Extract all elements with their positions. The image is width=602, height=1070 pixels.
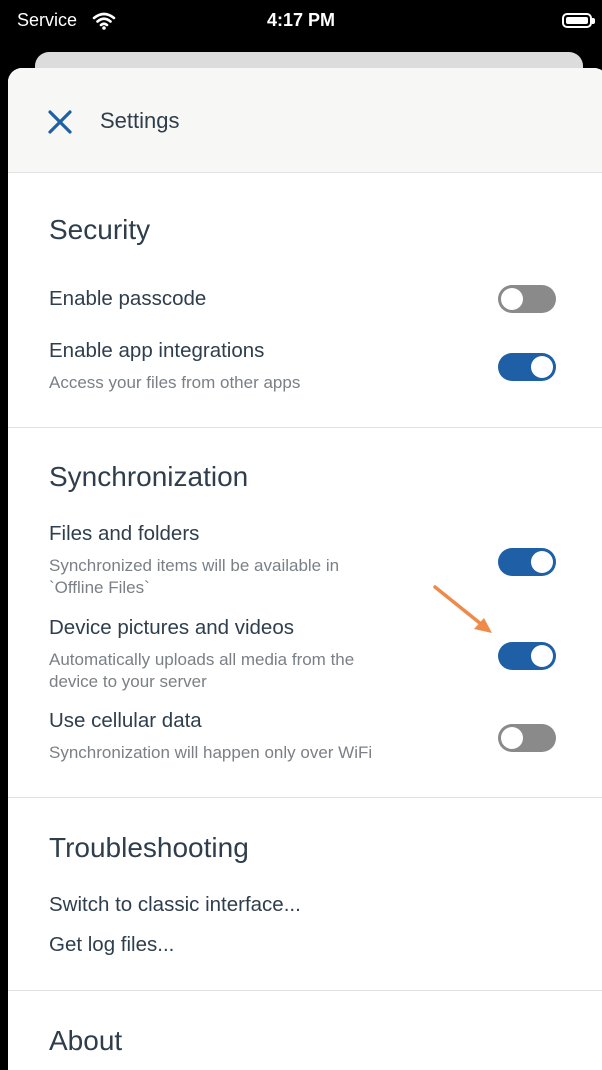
enable-passcode-toggle[interactable] [498, 285, 556, 313]
close-button[interactable] [44, 106, 76, 138]
device-media-toggle[interactable] [498, 642, 556, 670]
enable-passcode-label: Enable passcode [49, 287, 207, 310]
device-media-subtitle: Automatically uploads all media from the… [49, 650, 355, 691]
battery-icon [562, 13, 595, 28]
section-title-troubleshooting: Troubleshooting [49, 832, 249, 863]
page-title: Settings [100, 108, 180, 133]
toggle-knob [531, 356, 553, 378]
files-folders-toggle[interactable] [498, 548, 556, 576]
app-integrations-label: Enable app integrations [49, 339, 265, 362]
section-title-security: Security [49, 214, 151, 245]
divider [8, 427, 602, 428]
section-title-about: About [49, 1025, 123, 1056]
cellular-data-label: Use cellular data [49, 709, 202, 732]
toggle-knob [501, 727, 523, 749]
toggle-knob [501, 288, 523, 310]
device-media-label: Device pictures and videos [49, 616, 294, 639]
divider [8, 797, 602, 798]
close-icon [48, 110, 72, 134]
settings-sheet: Settings Security Enable passcode Enable… [8, 68, 602, 1070]
cellular-data-subtitle: Synchronization will happen only over Wi… [49, 743, 373, 762]
status-bar: Service 4:17 PM [0, 0, 602, 44]
files-folders-label: Files and folders [49, 522, 200, 545]
app-integrations-subtitle: Access your files from other apps [49, 373, 301, 392]
switch-classic-interface-link[interactable]: Switch to classic interface... [49, 893, 301, 917]
files-folders-subtitle: Synchronized items will be available in … [49, 556, 340, 597]
get-log-files-link[interactable]: Get log files... [49, 933, 174, 957]
status-time: 4:17 PM [266, 10, 336, 30]
phone-frame: Service 4:17 PM Settings Security Enable… [0, 0, 602, 1070]
toggle-knob [531, 645, 553, 667]
toggle-knob [531, 551, 553, 573]
app-integrations-toggle[interactable] [498, 353, 556, 381]
section-title-synchronization: Synchronization [49, 461, 249, 492]
divider [8, 990, 602, 991]
settings-header: Settings [8, 68, 602, 173]
cellular-data-toggle[interactable] [498, 724, 556, 752]
annotation-arrow-icon [433, 585, 492, 633]
